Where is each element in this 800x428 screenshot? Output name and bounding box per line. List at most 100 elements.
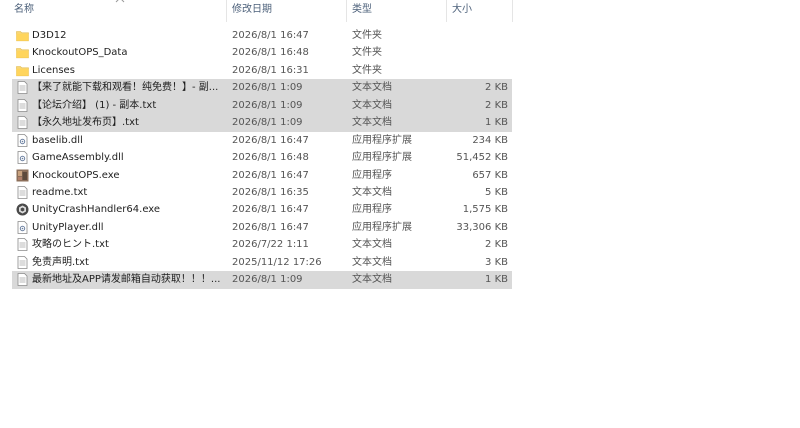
- folder-icon: [16, 29, 29, 42]
- file-name: readme.txt: [32, 186, 88, 198]
- file-type: 文件夹: [352, 30, 382, 41]
- file-type: 应用程序扩展: [352, 134, 412, 146]
- column-header-type[interactable]: 类型: [348, 0, 444, 22]
- file-name-cell: UnityCrashHandler64.exe: [12, 201, 227, 218]
- file-type: 文本文档: [352, 82, 392, 94]
- column-header-date-label: 修改日期: [232, 4, 272, 15]
- file-date: 2025/11/12 17:26: [232, 256, 322, 268]
- dll-file-icon: [16, 133, 29, 147]
- file-row[interactable]: readme.txt 2026/8/1 16:35 文本文档 5 KB: [12, 184, 512, 201]
- text-file-icon: [16, 238, 29, 252]
- file-name: 【来了就能下载和观看！纯免费！】- 副...: [32, 82, 219, 94]
- file-name-cell: 【论坛介绍】 (1) - 副本.txt: [12, 97, 227, 114]
- file-size: 3 KB: [485, 256, 508, 268]
- file-row[interactable]: 【论坛介绍】 (1) - 副本.txt 2026/8/1 1:09 文本文档 2…: [12, 96, 512, 115]
- file-name-cell: 【永久地址发布页】.txt: [12, 114, 227, 131]
- file-name: KnockoutOPS_Data: [32, 47, 128, 59]
- file-type: 文本文档: [352, 186, 392, 198]
- file-row[interactable]: 免责声明.txt 2025/11/12 17:26 文本文档 3 KB: [12, 254, 512, 271]
- column-divider[interactable]: [346, 0, 347, 22]
- file-name-cell: KnockoutOPS.exe: [12, 167, 227, 184]
- file-row[interactable]: KnockoutOPS_Data 2026/8/1 16:48 文件夹: [12, 44, 512, 61]
- dll-file-icon: [16, 220, 29, 234]
- column-header-size-label: 大小: [452, 4, 472, 15]
- file-size: [442, 44, 508, 61]
- file-name: 攻略のヒント.txt: [32, 239, 109, 251]
- file-type: 应用程序扩展: [352, 152, 412, 164]
- file-name-cell: GameAssembly.dll: [12, 149, 227, 166]
- file-date: 2026/8/1 16:35: [232, 186, 309, 198]
- file-row[interactable]: KnockoutOPS.exe 2026/8/1 16:47 应用程序 657 …: [12, 167, 512, 184]
- file-name: 【论坛介绍】 (1) - 副本.txt: [32, 99, 157, 111]
- column-header-size[interactable]: 大小: [448, 0, 512, 22]
- file-date: 2026/8/1 16:47: [232, 204, 309, 216]
- file-row[interactable]: UnityPlayer.dll 2026/8/1 16:47 应用程序扩展 33…: [12, 219, 512, 236]
- column-divider[interactable]: [226, 0, 227, 22]
- file-type: 应用程序: [352, 204, 392, 216]
- file-date: 2026/8/1 16:48: [232, 152, 309, 164]
- text-file-icon: [16, 186, 29, 199]
- file-date: 2026/8/1 1:09: [232, 82, 303, 94]
- app-exe-icon: [16, 169, 29, 182]
- file-name-cell: KnockoutOPS_Data: [12, 44, 227, 61]
- file-date: 2026/8/1 16:47: [232, 169, 309, 181]
- file-name: Licenses: [32, 64, 75, 76]
- dll-file-icon: [16, 151, 29, 164]
- column-divider[interactable]: [512, 0, 513, 22]
- file-type: 应用程序: [352, 169, 392, 181]
- file-type: 应用程序扩展: [352, 221, 412, 233]
- file-row[interactable]: 攻略のヒント.txt 2026/7/22 1:11 文本文档 2 KB: [12, 236, 512, 253]
- file-row[interactable]: 【来了就能下载和观看！纯免费！】- 副... 2026/8/1 1:09 文本文…: [12, 79, 512, 97]
- file-name-cell: 最新地址及APP请发邮箱自动获取！！！...: [12, 271, 227, 288]
- file-name-cell: 攻略のヒント.txt: [12, 236, 227, 253]
- file-row[interactable]: D3D12 2026/8/1 16:47 文件夹: [12, 27, 512, 44]
- file-size: 2 KB: [485, 82, 508, 94]
- text-file-icon: [16, 81, 29, 95]
- file-name-cell: 免责声明.txt: [12, 254, 227, 271]
- column-header-name-label: 名称: [14, 4, 34, 15]
- file-type: 文本文档: [352, 256, 392, 268]
- file-row[interactable]: 最新地址及APP请发邮箱自动获取！！！... 2026/8/1 1:09 文本文…: [12, 271, 512, 289]
- file-size: 2 KB: [485, 99, 508, 111]
- file-size: [442, 27, 508, 44]
- folder-icon: [16, 64, 29, 77]
- file-row[interactable]: Licenses 2026/8/1 16:31 文件夹: [12, 62, 512, 79]
- file-name: UnityPlayer.dll: [32, 221, 104, 233]
- column-divider[interactable]: [446, 0, 447, 22]
- file-date: 2026/8/1 16:47: [232, 30, 309, 41]
- file-size: 2 KB: [485, 239, 508, 251]
- file-name: 【永久地址发布页】.txt: [32, 117, 139, 129]
- file-row[interactable]: 【永久地址发布页】.txt 2026/8/1 1:09 文本文档 1 KB: [12, 114, 512, 132]
- file-name: GameAssembly.dll: [32, 152, 124, 164]
- file-date: 2026/7/22 1:11: [232, 239, 309, 251]
- file-type: 文件夹: [352, 47, 382, 59]
- text-file-icon: [16, 98, 29, 112]
- file-date: 2026/8/1 16:48: [232, 47, 309, 59]
- file-name: 最新地址及APP请发邮箱自动获取！！！...: [32, 274, 221, 286]
- file-name: KnockoutOPS.exe: [32, 169, 120, 181]
- file-name-cell: 【来了就能下载和观看！纯免费！】- 副...: [12, 79, 227, 96]
- column-header-name[interactable]: 名称: [10, 0, 225, 22]
- file-type: 文本文档: [352, 239, 392, 251]
- file-row[interactable]: GameAssembly.dll 2026/8/1 16:48 应用程序扩展 5…: [12, 149, 512, 166]
- file-name: baselib.dll: [32, 134, 83, 146]
- file-size: 1 KB: [485, 274, 508, 286]
- column-header-date[interactable]: 修改日期: [228, 0, 346, 22]
- file-row[interactable]: baselib.dll 2026/8/1 16:47 应用程序扩展 234 KB: [12, 132, 512, 149]
- file-date: 2026/8/1 1:09: [232, 274, 303, 286]
- file-size: 33,306 KB: [456, 221, 508, 233]
- file-size: 1 KB: [485, 117, 508, 129]
- file-date: 2026/8/1 1:09: [232, 117, 303, 129]
- file-size: 5 KB: [485, 186, 508, 198]
- file-row[interactable]: UnityCrashHandler64.exe 2026/8/1 16:47 应…: [12, 201, 512, 218]
- file-size: 1,575 KB: [462, 204, 508, 216]
- column-header-type-label: 类型: [352, 4, 372, 15]
- file-name: 免责声明.txt: [32, 256, 89, 268]
- file-type: 文件夹: [352, 64, 382, 76]
- file-date: 2026/8/1 1:09: [232, 99, 303, 111]
- file-name: UnityCrashHandler64.exe: [32, 204, 161, 216]
- file-size: 657 KB: [472, 169, 508, 181]
- file-size: [442, 62, 508, 79]
- file-size: 51,452 KB: [456, 152, 508, 164]
- file-name-cell: baselib.dll: [12, 132, 227, 149]
